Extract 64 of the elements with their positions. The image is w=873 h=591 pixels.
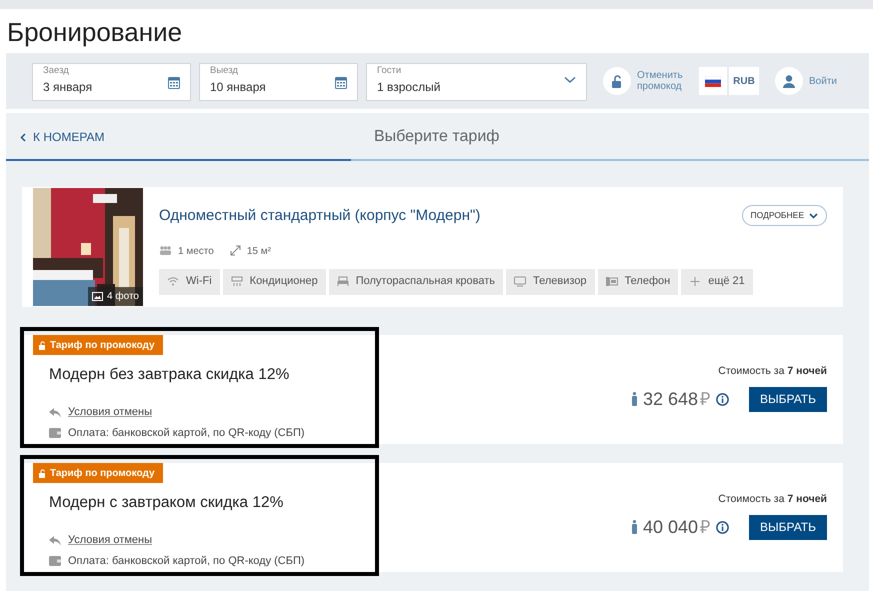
wallet-icon bbox=[49, 428, 61, 438]
more-amenities-button[interactable]: ещё 21 bbox=[681, 268, 753, 294]
photo-count-badge[interactable]: 4 фото bbox=[88, 287, 143, 306]
unlock-icon bbox=[39, 468, 46, 478]
phone-icon bbox=[606, 276, 618, 287]
amenity-tag: Wi-Fi bbox=[159, 268, 220, 294]
date-field[interactable]: Заезд 3 января bbox=[32, 63, 191, 101]
undo-arrow-icon bbox=[49, 536, 61, 546]
user-icon bbox=[783, 74, 795, 88]
cancel-terms-link[interactable]: Условия отмены bbox=[68, 532, 152, 549]
step-title: Выберите тариф bbox=[374, 127, 500, 147]
cost-label: Стоимость за 7 ночей bbox=[718, 364, 827, 379]
cost-label: Стоимость за 7 ночей bbox=[718, 492, 827, 507]
amenity-tag: Кондиционер bbox=[222, 268, 326, 294]
promo-badge: Тариф по промокоду bbox=[33, 335, 163, 355]
amenity-tag: Телефон bbox=[598, 268, 678, 294]
page-title: Бронирование bbox=[7, 16, 184, 49]
tariff-name: Модерн без завтрака скидка 12% bbox=[49, 365, 290, 385]
back-link[interactable]: К НОМЕРАМ bbox=[6, 128, 352, 146]
image-icon bbox=[92, 292, 104, 301]
undo-arrow-icon bbox=[49, 408, 61, 418]
guests-info: 1 место bbox=[159, 244, 214, 258]
unlock-icon bbox=[39, 340, 46, 350]
cancel-terms-link[interactable]: Условия отмены bbox=[68, 404, 152, 421]
promo-badge: Тариф по промокоду bbox=[33, 463, 163, 483]
language-button[interactable] bbox=[699, 67, 727, 95]
resize-arrow-icon bbox=[230, 245, 241, 256]
unlock-icon bbox=[612, 74, 622, 88]
room-name: Одноместный стандартный (корпус "Модерн") bbox=[159, 206, 482, 226]
price: 40 040 bbox=[642, 516, 698, 539]
people-icon bbox=[159, 246, 172, 256]
user-button[interactable] bbox=[775, 67, 803, 95]
select-button[interactable]: ВЫБРАТЬ bbox=[749, 514, 827, 540]
person-icon bbox=[632, 520, 637, 534]
date-field[interactable]: Выезд 10 января bbox=[199, 63, 358, 101]
amenity-tag: Телевизор bbox=[506, 268, 595, 294]
area-info: 15 м² bbox=[230, 244, 271, 258]
payment-info: Оплата: банковской картой, по QR-коду (СБП) bbox=[68, 426, 305, 441]
info-icon[interactable] bbox=[716, 392, 730, 406]
price: 32 648 bbox=[642, 388, 698, 411]
promo-button[interactable] bbox=[603, 67, 631, 95]
tariff-name: Модерн с завтраком скидка 12% bbox=[49, 493, 284, 513]
details-button[interactable]: ПОДРОБНЕЕ bbox=[742, 205, 827, 226]
guests-select[interactable]: Гости 1 взрослый bbox=[366, 63, 587, 101]
tv-icon bbox=[514, 276, 526, 287]
currency-sign: ₽ bbox=[700, 388, 710, 411]
calendar-icon bbox=[335, 76, 347, 89]
calendar-icon bbox=[168, 76, 180, 89]
chevron-down-icon bbox=[809, 212, 818, 218]
currency-button[interactable]: RUB bbox=[729, 67, 759, 95]
currency-sign: ₽ bbox=[700, 516, 710, 539]
wifi-icon bbox=[167, 276, 179, 287]
amenity-tag: Полутораспальная кровать bbox=[328, 268, 504, 294]
plus-icon bbox=[689, 276, 702, 287]
wallet-icon bbox=[49, 556, 61, 566]
flag-icon bbox=[705, 76, 721, 86]
air-conditioner-icon bbox=[230, 276, 243, 287]
info-icon[interactable] bbox=[716, 520, 730, 534]
bed-icon bbox=[336, 276, 349, 287]
payment-info: Оплата: банковской картой, по QR-коду (СБП) bbox=[68, 554, 305, 569]
chevron-left-icon bbox=[20, 132, 26, 142]
select-button[interactable]: ВЫБРАТЬ bbox=[749, 386, 827, 412]
person-icon bbox=[632, 392, 637, 406]
chevron-down-icon bbox=[564, 76, 576, 84]
